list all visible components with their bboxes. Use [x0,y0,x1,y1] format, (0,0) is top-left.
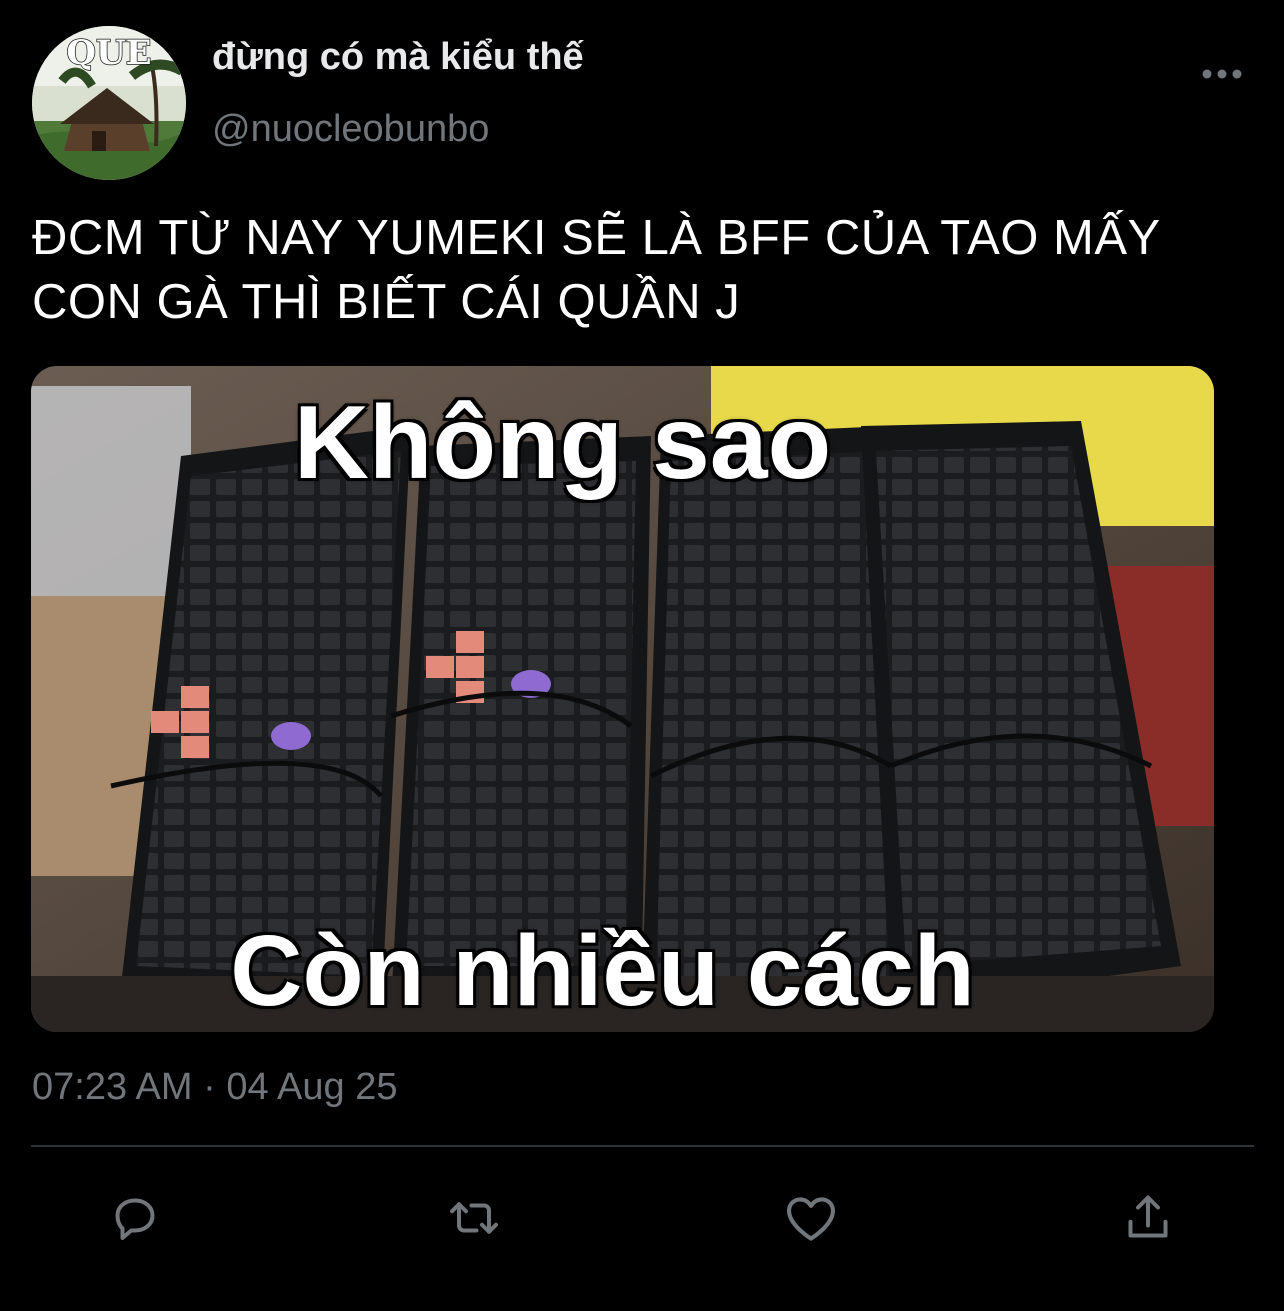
reply-button[interactable] [103,1186,167,1250]
avatar[interactable]: QUE [32,26,186,180]
display-name[interactable]: đừng có mà kiểu thế [212,36,584,79]
retweet-icon [450,1202,498,1234]
retweet-button[interactable] [442,1186,506,1250]
reply-icon [115,1198,155,1240]
avatar-text: QUE [66,33,151,73]
avatar-image: QUE [32,26,186,180]
share-button[interactable] [1116,1186,1180,1250]
heart-icon [786,1197,836,1241]
like-button[interactable] [779,1186,843,1250]
more-dots-icon [1202,69,1242,79]
tweet-media[interactable]: Không sao Còn nhiều cách [31,366,1214,1032]
tweet-text: ĐCM TỪ NAY YUMEKI SẼ LÀ BFF CỦA TAO MẤY … [32,211,1160,329]
meme-caption-top: Không sao [292,383,833,503]
divider [31,1145,1254,1147]
meme-caption-bottom: Còn nhiều cách [228,913,977,1029]
tweet-actions-bar [0,1186,1284,1250]
tweet-timestamp[interactable]: 07:23 AM · 04 Aug 25 [32,1066,398,1109]
user-handle[interactable]: @nuocleobunbo [212,108,489,151]
share-icon [1128,1195,1168,1238]
more-options-button[interactable] [1194,56,1250,92]
